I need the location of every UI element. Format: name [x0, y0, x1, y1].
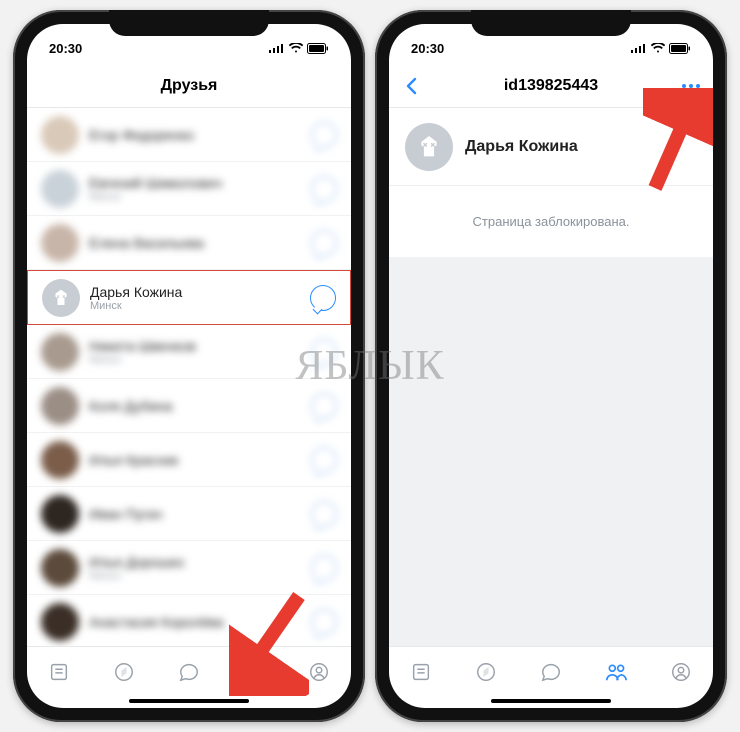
friend-name: Дарья Кожина: [90, 284, 310, 300]
tab-friends[interactable]: [602, 658, 630, 686]
empty-area: [389, 257, 713, 646]
status-time: 20:30: [411, 41, 444, 56]
signal-icon: [269, 43, 285, 53]
screen-right: 20:30 id139825443 Дарья Кожина: [389, 24, 713, 708]
signal-icon: [631, 43, 647, 53]
more-button[interactable]: [679, 74, 703, 98]
friend-name: Илья Дорошко: [89, 554, 311, 570]
friend-sub: Минск: [90, 300, 310, 312]
avatar: [41, 549, 79, 587]
message-icon[interactable]: [310, 285, 336, 311]
avatar: [41, 603, 79, 641]
list-item[interactable]: Иван Пугач: [27, 487, 351, 541]
wifi-icon: [651, 43, 665, 53]
avatar: [41, 170, 79, 208]
tab-profile[interactable]: [305, 658, 333, 686]
message-icon[interactable]: [311, 393, 337, 419]
home-indicator[interactable]: [491, 699, 611, 703]
status-icons: [269, 43, 329, 54]
tab-messages[interactable]: [175, 658, 203, 686]
battery-icon: [307, 43, 329, 54]
wifi-icon: [289, 43, 303, 53]
notch: [109, 10, 269, 36]
list-item[interactable]: Елена Васильева: [27, 216, 351, 270]
message-icon[interactable]: [311, 555, 337, 581]
list-item[interactable]: Никита ШвенковМинск: [27, 325, 351, 379]
friends-list[interactable]: Егор Федоренко Евгений ШимоловичМинск Ел…: [27, 108, 351, 646]
header: Друзья: [27, 64, 351, 108]
list-item[interactable]: Егор Федоренко: [27, 108, 351, 162]
page-title: id139825443: [504, 77, 598, 95]
home-indicator[interactable]: [129, 699, 249, 703]
back-button[interactable]: [399, 74, 423, 98]
more-icon: [682, 84, 700, 88]
tab-discover[interactable]: [110, 658, 138, 686]
avatar: [41, 333, 79, 371]
message-icon[interactable]: [311, 176, 337, 202]
tab-news[interactable]: [45, 658, 73, 686]
battery-icon: [669, 43, 691, 54]
list-item[interactable]: Анастасия Королёва: [27, 595, 351, 646]
avatar: [41, 495, 79, 533]
list-item-highlighted[interactable]: Дарья Кожина Минск: [27, 270, 351, 325]
list-item[interactable]: Илья Красник: [27, 433, 351, 487]
avatar: [41, 441, 79, 479]
message-icon[interactable]: [311, 609, 337, 635]
tab-discover[interactable]: [472, 658, 500, 686]
avatar: [41, 387, 79, 425]
message-icon[interactable]: [311, 447, 337, 473]
banned-dog-icon: [412, 130, 446, 164]
message-icon[interactable]: [311, 501, 337, 527]
notch: [471, 10, 631, 36]
friend-name: Егор Федоренко: [89, 127, 311, 143]
banned-dog-icon: [47, 284, 75, 312]
tab-profile[interactable]: [667, 658, 695, 686]
list-item[interactable]: Коля Дубина: [27, 379, 351, 433]
phone-right: 20:30 id139825443 Дарья Кожина: [375, 10, 727, 722]
friend-sub: Минск: [89, 191, 311, 203]
friend-sub: Минск: [89, 570, 311, 582]
friend-name: Елена Васильева: [89, 235, 311, 251]
tab-news[interactable]: [407, 658, 435, 686]
message-icon[interactable]: [311, 339, 337, 365]
message-icon[interactable]: [311, 122, 337, 148]
blocked-message: Страница заблокирована.: [389, 186, 713, 257]
list-item[interactable]: Евгений ШимоловичМинск: [27, 162, 351, 216]
page-title: Друзья: [161, 77, 218, 95]
profile-header: Дарья Кожина: [389, 108, 713, 186]
avatar-banned: [42, 279, 80, 317]
status-time: 20:30: [49, 41, 82, 56]
friend-name: Илья Красник: [89, 452, 311, 468]
header: id139825443: [389, 64, 713, 108]
tab-messages[interactable]: [537, 658, 565, 686]
friend-name: Евгений Шимолович: [89, 175, 311, 191]
friend-sub: Минск: [89, 354, 311, 366]
phone-left: 20:30 Друзья Егор Федоренко Евгений Шимо…: [13, 10, 365, 722]
screen-left: 20:30 Друзья Егор Федоренко Евгений Шимо…: [27, 24, 351, 708]
profile-area: Дарья Кожина Страница заблокирована.: [389, 108, 713, 646]
avatar: [41, 224, 79, 262]
friend-name: Коля Дубина: [89, 398, 311, 414]
list-item[interactable]: Илья ДорошкоМинск: [27, 541, 351, 595]
avatar: [41, 116, 79, 154]
message-icon[interactable]: [311, 230, 337, 256]
avatar-banned: [405, 123, 453, 171]
profile-name: Дарья Кожина: [465, 138, 578, 156]
friend-name: Никита Швенков: [89, 338, 311, 354]
status-icons: [631, 43, 691, 54]
friend-name: Анастасия Королёва: [89, 614, 311, 630]
tab-friends[interactable]: [240, 658, 268, 686]
friend-name: Иван Пугач: [89, 506, 311, 522]
chevron-left-icon: [405, 77, 417, 95]
